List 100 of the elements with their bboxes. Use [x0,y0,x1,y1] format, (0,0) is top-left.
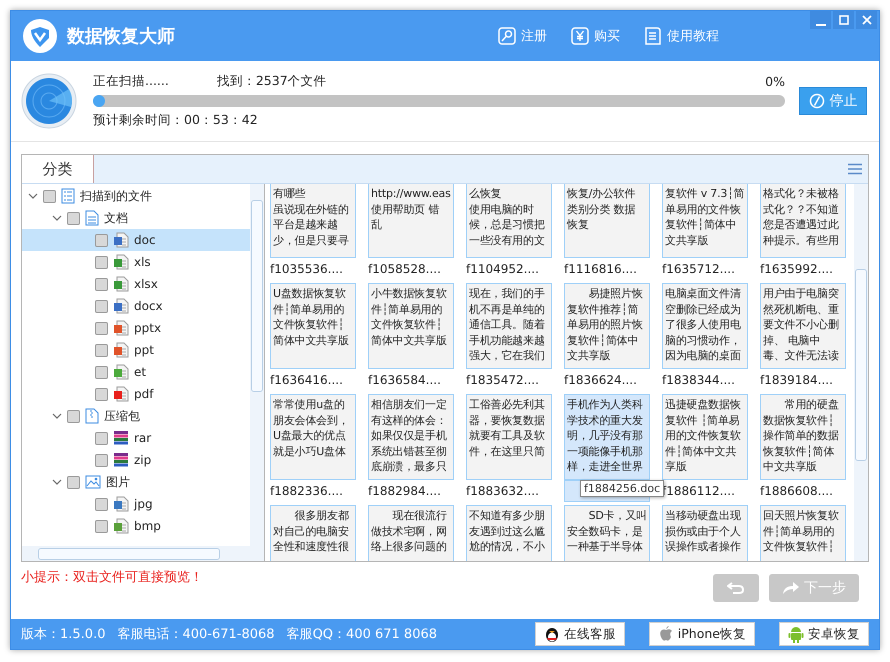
file-preview[interactable]: 么恢复 使用电脑的时 候，总是习惯把 一些没有用的文 [466,184,552,258]
preview-text: 候，总是习惯把 [469,217,546,232]
checkbox[interactable] [95,278,108,290]
service-button[interactable]: 安卓恢复 [779,622,869,646]
preview-text: 式化？？不知道 [763,202,840,217]
tree-item[interactable]: ppt [22,339,250,361]
tab[interactable]: 分类 [22,155,94,183]
preview-text: 相信朋友们一定 [371,397,448,412]
checkbox[interactable] [95,432,108,444]
checkbox[interactable] [95,498,108,510]
checkbox[interactable] [95,234,108,246]
preview-text: 底崩溃，最多只 [371,459,448,474]
checkbox[interactable] [95,322,108,334]
checkbox[interactable] [95,344,108,356]
tree-item[interactable]: 扫描到的文件 [22,185,250,207]
preview-text: 乱 [371,217,383,232]
service-button[interactable]: 在线客服 [534,622,625,646]
preview-text: 手机功能越来越 [469,332,546,348]
file-preview[interactable]: U盘数据恢复软 件┆简单易用的 文件恢复软件┆ 简体中文共享版 [270,283,356,369]
checkbox[interactable] [67,410,80,422]
file-preview[interactable]: 现在很流行 做技术宅啊，网 络上很多问题的 [368,505,454,561]
tree-item[interactable]: pptx [22,317,250,339]
preview-text: 做技术宅啊，网 [371,524,448,539]
preview-text: 然死机断电、重 [763,302,840,317]
file-preview[interactable]: 电脑桌面文件清 空删除已经成为 了很多人使用电 脑的习惯动作， 因为电脑的桌面 [662,283,748,369]
tree-item[interactable]: pdf [22,383,250,405]
chevron-icon[interactable] [28,192,38,200]
app-title: 数据恢复大师 [67,25,175,48]
file-preview[interactable]: 手机作为人类科 学技术的重大发 明，几乎没有那 一项能像手机那 样，走进全世界 [564,394,650,480]
menu-icon[interactable] [848,163,862,175]
preview-text: 复软件┆简体中 [567,332,640,348]
vertical-scrollbar[interactable] [250,184,264,546]
maximize-button[interactable] [833,11,854,29]
tree-item[interactable]: rar [22,427,250,449]
preview-text: U盘数据恢复软 [273,286,347,302]
document-icon [85,210,99,226]
checkbox[interactable] [67,212,80,224]
preview-text: U盘最大的优点 [273,428,347,444]
preview-text: 使用帮助页 错 [371,202,440,217]
file-name: f1882336.... [270,484,343,498]
tree-item[interactable]: 图片 [22,471,250,493]
file-preview[interactable]: 有哪些 虽说现在外链的 平台是越来越 少，但是只要寻 [270,184,356,258]
checkbox[interactable] [95,300,108,312]
tree-item[interactable]: doc [22,229,250,251]
chevron-icon[interactable] [52,214,62,222]
tree-item[interactable]: 压缩包 [22,405,250,427]
found-count: 找到：2537个文件 [216,73,327,90]
tree-item[interactable]: zip [22,449,250,471]
list-icon [61,188,75,204]
checkbox[interactable] [95,520,108,532]
file-name: f1104952.... [466,262,539,276]
file-preview[interactable]: 回天照片恢复软 件┆简单易用的 文件恢复软件┆ [760,505,846,561]
file-name: f1635992.... [760,262,833,276]
file-preview[interactable]: 常常使用u盘的 朋友会体会到， U盘最大的优点 就是小巧U盘体 [270,394,356,480]
horizontal-scrollbar[interactable] [22,546,264,561]
checkbox[interactable] [67,476,80,488]
file-name: f1882984.... [368,484,441,498]
file-preview[interactable]: 不知道有多少朋 友遇到过这么尴 尬的情况，不小 [466,505,552,561]
close-button[interactable] [856,11,877,29]
checkbox[interactable] [95,366,108,378]
file-preview[interactable]: 相信朋友们一定 有这样的体会： 如果仅仅是手机 系统出错甚至彻 底崩溃，最多只 [368,394,454,480]
tree-item[interactable]: docx [22,295,250,317]
file-name: f1636584.... [368,373,441,387]
preview-text: 现在很流行 [392,508,448,524]
tree-item[interactable]: jpg [22,493,250,515]
tree-item[interactable]: bmp [22,515,250,537]
file-preview[interactable]: 恢复/办公软件 类别分类 数据 恢复 [564,184,650,258]
tree-item[interactable]: xls [22,251,250,273]
file-preview[interactable]: SD卡，又叫 安全数码卡，是 一种基于半导体 [564,505,650,561]
vertical-scrollbar[interactable] [854,184,868,561]
preview-text: 要文件不小心删 [763,317,840,332]
file-preview[interactable]: 小牛数据恢复软 件┆简单易用的 文件恢复软件┆ 简体中文共享版 [368,283,454,369]
file-preview[interactable]: 格式化？未被格 式化？？不知道 您是否遭遇过此 种提示。有些用 [760,184,846,258]
file-preview[interactable]: http://www.eas 使用帮助页 错 乱 [368,184,454,258]
preview-text: 数据恢复软件┆ [763,412,836,428]
file-preview[interactable]: 易捷照片恢 复软件推荐┆简 单易用的照片恢 复软件┆简体中 文共享版 [564,283,650,369]
file-preview[interactable]: 复软件 v 7.3┆简 单易用的文件恢 复软件┆简体中 文共享版 [662,184,748,258]
file-preview[interactable]: 迅捷硬盘数据恢 复软件 ┆简单易 用的文件恢复软 件┆简体中文共 享版 [662,394,748,480]
preview-text: 种提示。有些用 [763,232,840,248]
preview-text: 文件恢复软件┆ [371,317,444,332]
chevron-icon[interactable] [52,478,62,486]
tree-item[interactable]: 文档 [22,207,250,229]
file-preview[interactable]: 工俗善必先利其 器，要恢复数据 就要有工具及软 件，在这里只简 [466,394,552,480]
file-preview[interactable]: 常用的硬盘 数据恢复软件┆ 操作简单的数据 恢复软件┆简体 中文共享版 [760,394,846,480]
file-name: f1886112.... [662,484,735,498]
file-preview[interactable]: 当移动硬盘出现 损伤或由于个人 误操作或者操作 [662,505,748,561]
minimize-button[interactable] [810,11,831,29]
service-button[interactable]: iPhone恢复 [648,622,755,646]
tree-item[interactable]: xlsx [22,273,250,295]
version-text: 版本：1.5.0.0 [21,626,106,643]
file-preview[interactable]: 现在，我们的手 机不再是单纯的 通信工具。随着 手机功能越来越 强大，它在我们 [466,283,552,369]
chevron-icon[interactable] [52,412,62,420]
checkbox[interactable] [43,190,56,202]
tree-item[interactable]: et [22,361,250,383]
file-preview[interactable]: 很多朋友都 对自己的电脑安 全性和速度性很 [270,505,356,561]
checkbox[interactable] [95,388,108,400]
preview-text: 通信工具。随着 [469,317,546,332]
file-preview[interactable]: 用户由于电脑突 然死机断电、重 要文件不小心删 掉、 电脑中 毒、文件无法读 [760,283,846,369]
checkbox[interactable] [95,256,108,268]
checkbox[interactable] [95,454,108,466]
